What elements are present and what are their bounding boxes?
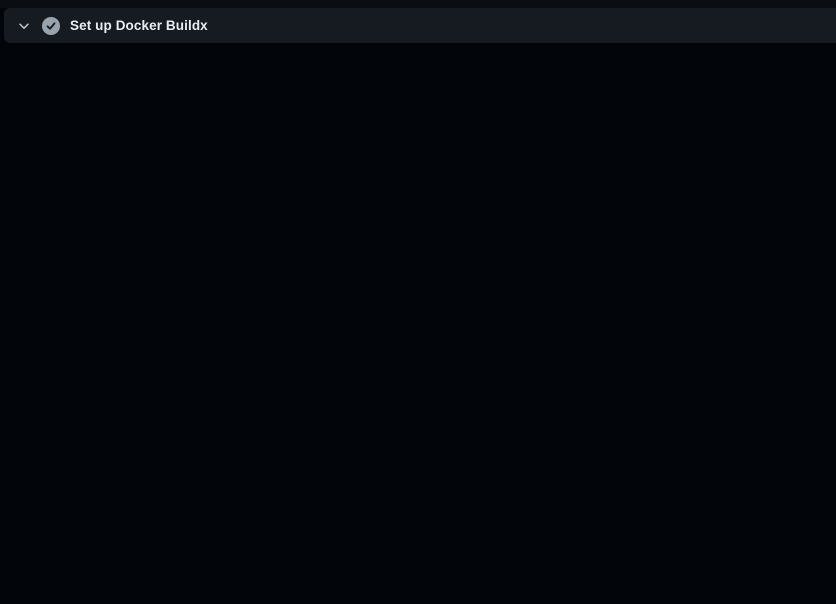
log-line: 96github.com/docker/buildx 0.10.3+azure-… bbox=[0, 138, 836, 158]
step-title: Set up Docker Buildx bbox=[70, 18, 208, 33]
log-line: 130 ], bbox=[0, 461, 836, 481]
log-line[interactable]: 97▼Creating a new builder instance bbox=[0, 158, 836, 178]
page-top-gap bbox=[0, 0, 836, 8]
log-line: 95/usr/bin/docker buildx version bbox=[0, 118, 836, 138]
chevron-down-icon[interactable] bbox=[16, 18, 32, 34]
log-line: 127 "buildkit": "v0.11.3", bbox=[0, 400, 836, 420]
log-line: 131 "name": "builder-d9cfb5a1-c764-445a-… bbox=[0, 481, 836, 501]
log-line: 122 { bbox=[0, 299, 836, 319]
log-line: 123 "name": "builder-d9cfb5a1-c764-445a-… bbox=[0, 319, 836, 339]
log-line: 125 "status": "running", bbox=[0, 360, 836, 380]
log-line[interactable]: 100▶Booting builder bbox=[0, 219, 836, 239]
log-line[interactable]: 94▼Buildx version bbox=[0, 97, 836, 117]
log-line: 132 "driver": "docker-container", bbox=[0, 501, 836, 521]
log-line: 124 "endpoint": "unix:///var/run/docker.… bbox=[0, 340, 836, 360]
log-line[interactable]: 7▶Docker info bbox=[0, 77, 836, 97]
log-line: 120{ bbox=[0, 259, 836, 279]
log-line: 98/usr/bin/docker buildx create --name b… bbox=[0, 178, 836, 198]
log-area: 1▶Run ./ 7▶Docker info 94▼Buildx version… bbox=[0, 43, 836, 602]
log-line: 134} bbox=[0, 542, 836, 562]
log-line[interactable]: 119▼Inspect builder bbox=[0, 239, 836, 259]
log-line[interactable]: 135▼BuildKit version bbox=[0, 562, 836, 582]
check-circle-icon bbox=[42, 17, 60, 35]
log-line: 121 "nodes": [ bbox=[0, 279, 836, 299]
log-line: 126 "buildkitd-flags": "--allow-insecure… bbox=[0, 380, 836, 400]
log-line: 133 "lastActivity": "2023-02-25T11:58:12… bbox=[0, 521, 836, 541]
log-line: 129 } bbox=[0, 441, 836, 461]
log-line: 136builder-d9cfb5a1-c764-445a-a57e-0b19d… bbox=[0, 582, 836, 602]
log-line: 99builder-d9cfb5a1-c764-445a-a57e-0b19d2… bbox=[0, 198, 836, 218]
step-header[interactable]: Set up Docker Buildx bbox=[4, 8, 836, 43]
log-line: 128 "platforms": "linux/amd64,linux/amd6… bbox=[0, 420, 836, 440]
log-line[interactable]: 1▶Run ./ bbox=[0, 57, 836, 77]
